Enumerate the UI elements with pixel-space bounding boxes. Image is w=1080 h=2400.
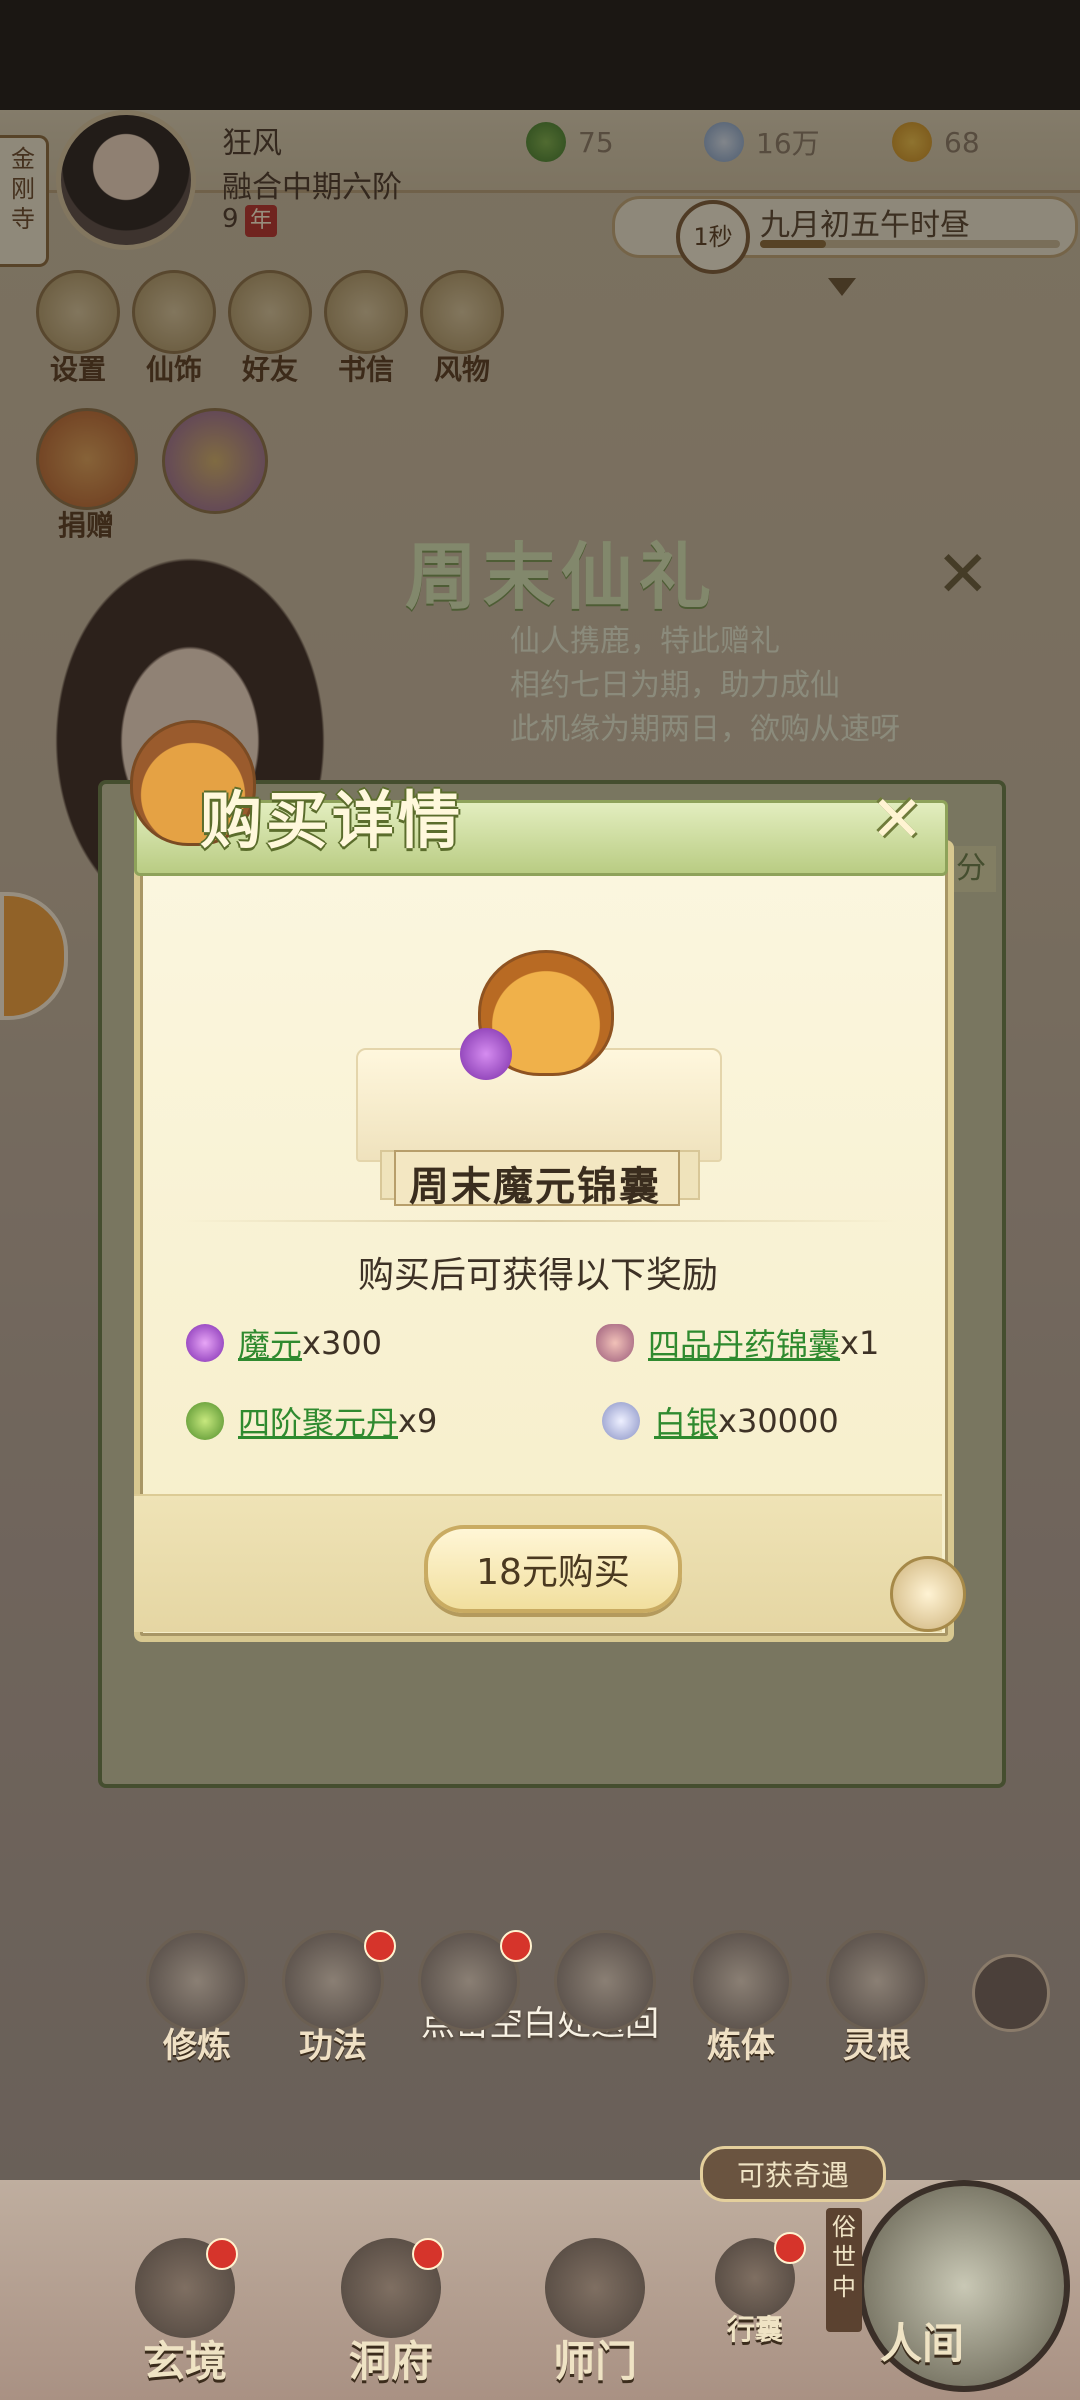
world-status-tag: 俗世中 [826,2208,862,2332]
nav-xuanjing[interactable]: 玄境 [120,2238,250,2389]
item-gem-icon [460,1028,512,1080]
notification-dot [206,2238,238,2270]
nav-dongfu[interactable]: 洞府 [326,2238,456,2389]
reward-name[interactable]: 白银 [654,1398,718,1444]
skill-4-icon [554,1930,656,2032]
pill-pouch-icon [596,1324,634,1362]
nav-label: 玄境 [142,2337,227,2386]
compass-icon[interactable] [972,1954,1050,2032]
modal-title: 购买详情 [200,784,465,857]
encounter-badge[interactable]: 可获奇遇 [700,2146,886,2202]
reward-silver[interactable]: 白银 x30000 [602,1398,839,1444]
juyuan-pill-icon [186,1402,224,1440]
reward-moyuan[interactable]: 魔元 x300 [186,1320,382,1366]
world-map-label: 人间 [880,2319,965,2368]
skill-4[interactable] [550,1930,660,2032]
skill-3[interactable] [414,1930,532,2032]
item-name: 周末魔元锦囊 [409,1163,661,1210]
notification-dot [500,1930,532,1962]
nav-xingnang[interactable]: 行囊 [700,2232,810,2348]
skill-label: 炼体 [707,2026,775,2066]
nav-label: 行囊 [726,2313,783,2346]
nav-label: 洞府 [348,2337,433,2386]
banner-icon [545,2238,645,2338]
body-refine-icon [690,1930,792,2032]
reward-qty: x30000 [718,1402,839,1440]
close-icon[interactable]: ✕ [862,788,932,858]
skill-cultivate[interactable]: 修炼 [142,1930,252,2067]
reward-name[interactable]: 四品丹药锦囊 [648,1320,840,1366]
notification-dot [364,1930,396,1962]
skill-label: 功法 [299,2026,367,2066]
nav-label: 师门 [552,2337,637,2386]
skill-technique[interactable]: 功法 [278,1930,396,2067]
skill-label: 灵根 [843,2026,911,2066]
reward-name[interactable]: 四阶聚元丹 [238,1398,398,1444]
nav-shimen[interactable]: 师门 [530,2238,660,2389]
reward-pill-pouch[interactable]: 四品丹药锦囊 x1 [596,1320,879,1366]
coin-icon [890,1556,966,1632]
reward-juyuan-pill[interactable]: 四阶聚元丹 x9 [186,1398,437,1444]
skill-body[interactable]: 炼体 [686,1930,796,2067]
reward-name[interactable]: 魔元 [238,1320,302,1366]
notification-dot [774,2232,806,2264]
skill-root[interactable]: 灵根 [822,1930,932,2067]
cultivate-icon [146,1930,248,2032]
spirit-root-icon [826,1930,928,2032]
reward-qty: x1 [840,1324,880,1362]
notification-dot [412,2238,444,2270]
skill-label: 修炼 [163,2026,231,2066]
reward-qty: x9 [398,1402,438,1440]
reward-qty: x300 [302,1324,383,1362]
buy-button[interactable]: 18元购买 [424,1525,682,1613]
silver-icon [602,1402,640,1440]
divider [180,1220,900,1222]
moyuan-gem-icon [186,1324,224,1362]
rewards-heading: 购买后可获得以下奖励 [357,1255,718,1296]
